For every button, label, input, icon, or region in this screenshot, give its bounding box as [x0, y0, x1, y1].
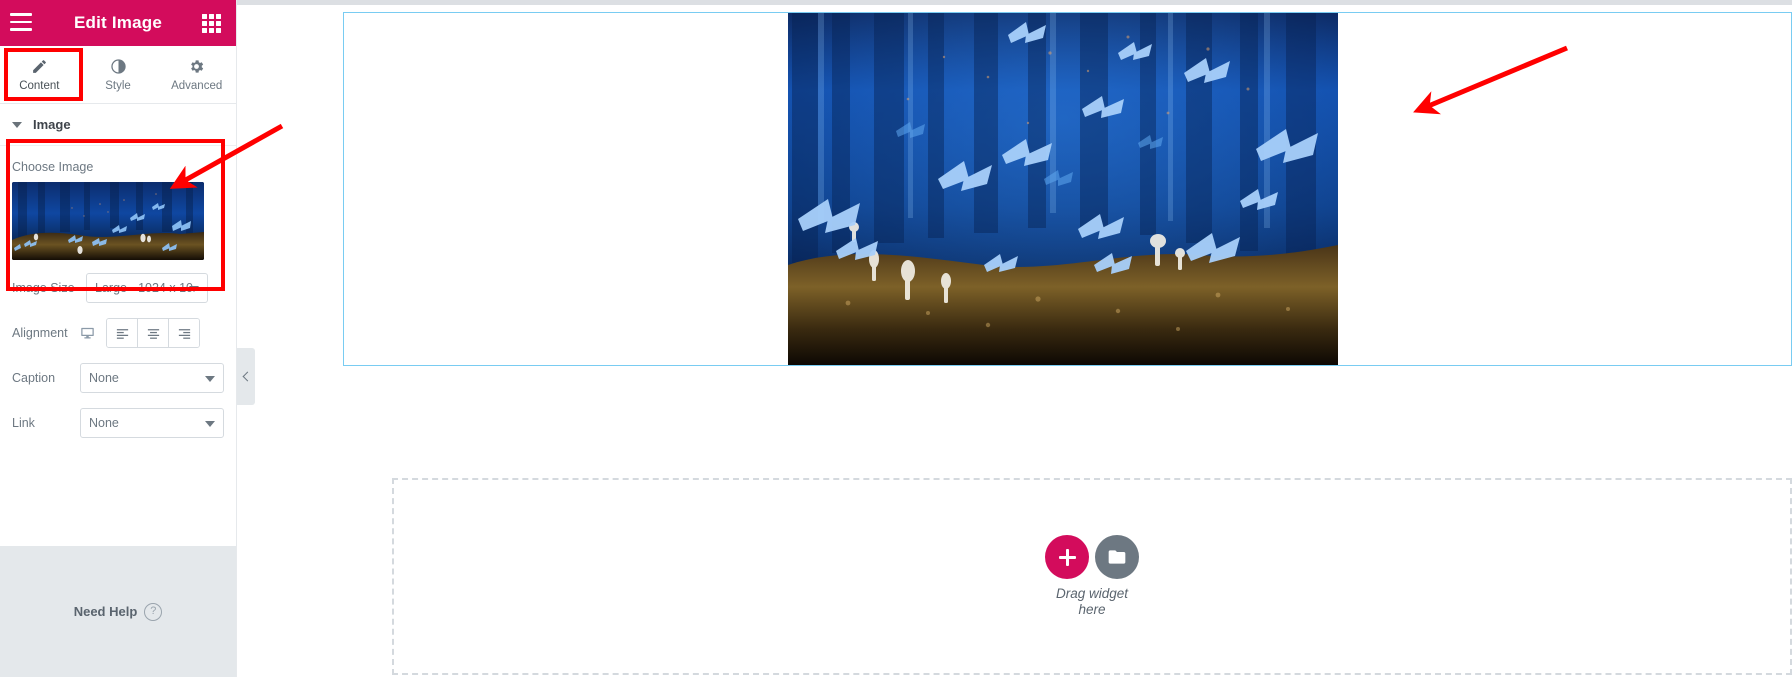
image-widget[interactable]	[788, 13, 1338, 365]
alignment-label: Alignment	[12, 326, 68, 340]
need-help-label: Need Help	[73, 604, 138, 619]
folder-icon	[1108, 550, 1126, 565]
canvas-top-strip	[237, 0, 1792, 5]
tab-content[interactable]: Content	[0, 46, 79, 103]
widget-dropzone[interactable]: Drag widget here	[392, 478, 1792, 675]
choose-image-label: Choose Image	[12, 160, 94, 174]
image-size-value: Large - 1024 x 10	[95, 281, 193, 295]
tab-style-label: Style	[105, 80, 131, 92]
add-widget-button[interactable]	[1045, 535, 1089, 580]
page-title: Edit Image	[74, 13, 162, 32]
apps-grid-icon[interactable]	[202, 14, 221, 33]
image-size-select[interactable]: Large - 1024 x 10	[86, 273, 208, 303]
link-select[interactable]: None	[80, 408, 224, 438]
section-image-label: Image	[33, 117, 71, 132]
contrast-half-circle-icon	[110, 57, 127, 75]
desktop-monitor-icon[interactable]	[80, 326, 106, 341]
image-size-row: Image Size Large - 1024 x 10	[0, 271, 236, 305]
tab-advanced[interactable]: Advanced	[157, 46, 236, 103]
gear-icon	[188, 57, 205, 75]
link-value: None	[89, 416, 119, 430]
caption-row: Caption None	[0, 361, 236, 395]
image-size-label: Image Size	[12, 281, 75, 295]
panel-header: Edit Image	[0, 0, 236, 46]
image-thumbnail[interactable]	[12, 182, 204, 260]
dropzone-label: Drag widget here	[1055, 586, 1129, 617]
panel-footer: Need Help ?	[0, 546, 236, 677]
tab-style[interactable]: Style	[79, 46, 158, 103]
pencil-icon	[31, 57, 48, 75]
caption-value: None	[89, 371, 119, 385]
panel-tabs: Content Style Advanced	[0, 46, 236, 104]
caption-label: Caption	[12, 371, 56, 385]
align-left-icon[interactable]	[107, 319, 138, 347]
chevron-down-icon	[189, 286, 199, 292]
alignment-button-group	[106, 318, 200, 348]
chevron-left-icon	[242, 371, 252, 382]
need-help-button[interactable]: Need Help ?	[73, 602, 163, 621]
editor-canvas: Drag widget here	[237, 0, 1792, 677]
template-library-button[interactable]	[1095, 535, 1139, 580]
tab-content-label: Content	[19, 80, 60, 92]
caret-down-icon	[12, 121, 22, 128]
panel-collapse-handle[interactable]	[237, 348, 255, 405]
caption-select[interactable]: None	[80, 363, 224, 393]
section-image-header[interactable]: Image	[0, 104, 236, 146]
selected-section[interactable]	[343, 12, 1792, 366]
alignment-row: Alignment	[0, 316, 236, 350]
chevron-down-icon	[205, 376, 215, 382]
panel-body: Image Choose Image Image Size Large - 10…	[0, 104, 236, 531]
link-label: Link	[12, 416, 35, 430]
editor-panel: Edit Image Content Style Advanced Image …	[0, 0, 237, 677]
hamburger-icon[interactable]	[10, 13, 32, 31]
tab-advanced-label: Advanced	[171, 80, 223, 92]
align-center-icon[interactable]	[138, 319, 169, 347]
link-row: Link None	[0, 406, 236, 440]
question-circle-icon: ?	[144, 602, 163, 621]
elementor-editor-screen: Edit Image Content Style Advanced Image …	[0, 0, 1792, 677]
chevron-down-icon	[205, 421, 215, 427]
align-right-icon[interactable]	[169, 319, 199, 347]
